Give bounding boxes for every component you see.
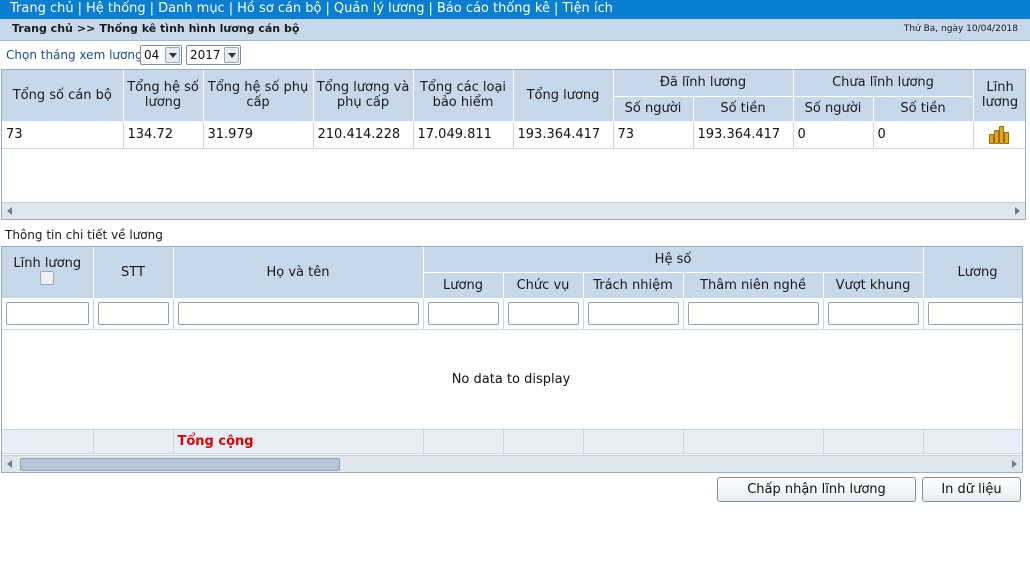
chevron-down-icon: [224, 47, 239, 63]
menu-item-home[interactable]: Trang chủ: [10, 1, 74, 16]
cell-paid-amount: 193.364.417: [693, 121, 794, 149]
header-total-staff: Tổng số cán bộ: [2, 70, 124, 122]
header-coefficient: Hệ số: [423, 247, 924, 273]
header-unpaid-count: Số người: [793, 96, 874, 122]
header-unpaid-amount: Số tiền: [873, 96, 974, 122]
breadcrumb-current: Thống kê tình hình lương cán bộ: [99, 22, 300, 35]
no-data-message: No data to display: [451, 372, 571, 387]
menu-item-staff-profile[interactable]: Hồ sơ cán bộ: [237, 1, 321, 16]
scrollbar-thumb[interactable]: [20, 458, 340, 471]
header-coef-salary: Lương: [423, 272, 504, 299]
current-date: Thứ Ba, ngày 10/04/2018: [903, 24, 1018, 34]
cell-total-insurance: 17.049.811: [413, 121, 514, 149]
filter-coef-position[interactable]: [507, 302, 579, 325]
scroll-left-icon[interactable]: [7, 207, 12, 215]
header-receive-salary: Lĩnh lương: [973, 70, 1025, 122]
cell-total-salary-allowance: 210.414.228: [313, 121, 414, 149]
filter-coef-salary[interactable]: [427, 302, 499, 325]
header-total-salary-coefficient: Tổng hệ số lương: [123, 70, 204, 122]
menu-item-salary-management[interactable]: Quản lý lương: [334, 1, 425, 16]
month-select[interactable]: 04: [140, 45, 182, 65]
cell-unpaid-count: 0: [793, 121, 874, 149]
filter-salary[interactable]: [927, 302, 1022, 325]
filter-full-name[interactable]: [177, 302, 419, 325]
header-coef-position: Chức vụ: [503, 272, 584, 299]
header-total-allowance-coefficient: Tổng hệ số phụ cấp: [203, 70, 314, 122]
menu-item-catalog[interactable]: Danh mục: [158, 1, 225, 16]
header-total-salary-allowance: Tổng lương và phụ cấp: [313, 70, 414, 122]
header-coef-seniority: Thâm niên nghề: [683, 272, 824, 299]
header-stt: STT: [93, 247, 174, 299]
scroll-right-icon[interactable]: [1015, 207, 1020, 215]
header-total-salary: Tổng lương: [513, 70, 614, 122]
header-total-insurance: Tổng các loại bảo hiểm: [413, 70, 514, 122]
accept-salary-button[interactable]: Chấp nhận lĩnh lương: [717, 477, 916, 502]
filter-coef-over-frame[interactable]: [827, 302, 919, 325]
breadcrumb-home[interactable]: Trang chủ: [12, 22, 73, 35]
month-selector-label: Chọn tháng xem lương: [6, 48, 143, 62]
filter-row: [2, 298, 1022, 330]
header-receive-salary-check: Lĩnh lương: [2, 247, 94, 299]
menu-item-utilities[interactable]: Tiện ích: [562, 1, 613, 16]
scroll-left-icon[interactable]: [7, 460, 12, 468]
header-paid-count: Số người: [613, 96, 694, 122]
header-salary: Lương: [923, 247, 1022, 299]
filter-coef-seniority[interactable]: [687, 302, 819, 325]
header-unpaid: Chưa lĩnh lương: [793, 70, 974, 97]
menu-item-reports[interactable]: Báo cáo thống kê: [437, 1, 550, 16]
header-paid: Đã lĩnh lương: [613, 70, 794, 97]
coins-icon[interactable]: [988, 122, 1012, 144]
detail-horizontal-scrollbar[interactable]: [2, 455, 1022, 472]
table-row: 73 134.72 31.979 210.414.228 17.049.811 …: [2, 121, 1025, 149]
cell-paid-count: 73: [613, 121, 694, 149]
cell-total-allowance-coefficient: 31.979: [203, 121, 314, 149]
header-coef-over-frame: Vượt khung: [823, 272, 924, 299]
menu-item-system[interactable]: Hệ thống: [86, 1, 146, 16]
header-full-name: Họ và tên: [173, 247, 424, 299]
filter-stt[interactable]: [97, 302, 169, 325]
total-row: Tổng cộng: [2, 429, 1022, 454]
breadcrumb-bar: Trang chủ >> Thống kê tình hình lương cán …: [0, 19, 1030, 41]
filter-coef-responsibility[interactable]: [587, 302, 679, 325]
header-coef-responsibility: Trách nhiệm: [583, 272, 684, 299]
breadcrumb: Trang chủ >> Thống kê tình hình lương cán …: [12, 22, 300, 35]
cell-receive-salary: [973, 121, 1025, 149]
salary-detail-grid: Lĩnh lương STT Họ và tên Hệ số Lương Lươ…: [1, 246, 1023, 473]
cell-total-staff: 73: [2, 121, 124, 149]
filter-receive-salary[interactable]: [6, 302, 89, 325]
select-all-checkbox[interactable]: [40, 270, 55, 285]
cell-total-salary-coefficient: 134.72: [123, 121, 204, 149]
summary-horizontal-scrollbar[interactable]: [2, 202, 1025, 219]
year-select[interactable]: 2017: [186, 45, 241, 65]
cell-unpaid-amount: 0: [873, 121, 974, 149]
header-paid-amount: Số tiền: [693, 96, 794, 122]
top-menu: Trang chủ | Hệ thống | Danh mục | Hồ sơ cán bộ…: [0, 0, 1030, 19]
scroll-right-icon[interactable]: [1012, 460, 1017, 468]
cell-total-salary: 193.364.417: [513, 121, 614, 149]
salary-summary-grid: Tổng số cán bộ Tổng hệ số lương Tổng hệ …: [1, 69, 1026, 220]
total-label: Tổng cộng: [173, 429, 424, 454]
print-data-button[interactable]: In dữ liệu: [922, 477, 1021, 502]
chevron-down-icon: [165, 47, 180, 63]
detail-section-title: Thông tin chi tiết về lương: [5, 228, 163, 242]
